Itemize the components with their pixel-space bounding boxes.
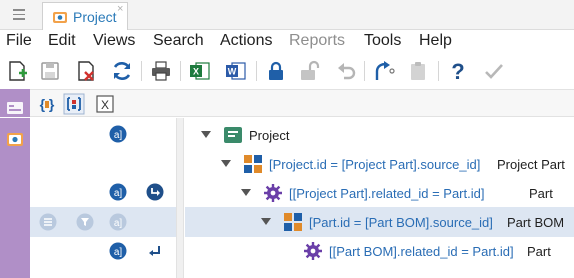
itemtype-icon — [223, 125, 243, 145]
svg-text:a]: a] — [114, 188, 123, 199]
tree-node-label: Part — [527, 244, 551, 259]
join-condition: [[Project Part].related_id = Part.id] — [289, 186, 485, 201]
join-condition: [Part.id = [Part BOM].source_id] — [309, 215, 493, 230]
svg-text:a]: a] — [114, 218, 123, 229]
new-icon[interactable] — [5, 59, 29, 83]
undo-icon[interactable] — [334, 59, 358, 83]
toolbar: X W ? — [0, 55, 574, 87]
menu-actions[interactable]: Actions — [220, 32, 272, 50]
gear-icon — [263, 183, 283, 203]
done-icon[interactable] — [482, 59, 506, 83]
svg-text:?: ? — [451, 59, 464, 83]
svg-text:W: W — [228, 67, 237, 77]
menu-file[interactable]: File — [6, 32, 32, 50]
paste-icon[interactable] — [406, 59, 430, 83]
xml-icon[interactable]: X — [94, 93, 116, 115]
unlock-icon[interactable] — [298, 59, 322, 83]
menu-tools[interactable]: Tools — [364, 32, 401, 50]
list-icon[interactable] — [39, 213, 57, 231]
expand-arrow-icon[interactable] — [201, 131, 211, 138]
relationship-icon — [283, 212, 303, 232]
save-icon[interactable] — [38, 59, 62, 83]
svg-text:a]: a] — [114, 247, 123, 258]
tree-node[interactable]: [[Project Part].related_id = Part.id] Pa… — [241, 183, 574, 205]
form-icon — [6, 99, 24, 117]
tree-node-label: Project Part — [497, 157, 565, 172]
close-icon[interactable]: × — [117, 4, 123, 15]
promote-icon[interactable] — [372, 59, 396, 83]
attribute-icon[interactable]: a] — [109, 183, 127, 201]
menu-help[interactable]: Help — [419, 32, 452, 50]
tree-node-label: Part — [529, 186, 553, 201]
delete-icon[interactable] — [74, 59, 98, 83]
side-panel-toggle[interactable] — [0, 89, 30, 117]
tree-node-label: Project — [249, 128, 290, 143]
word-icon[interactable]: W — [224, 59, 248, 83]
attribute-icon[interactable]: a] — [109, 213, 127, 231]
menu-reports[interactable]: Reports — [289, 32, 345, 50]
excel-icon[interactable]: X — [188, 59, 212, 83]
lock-icon[interactable] — [264, 59, 288, 83]
tree-node[interactable]: [Project.id = [Project Part].source_id] … — [221, 154, 574, 176]
view-toolbar: { } X — [0, 89, 574, 117]
menu-search[interactable]: Search — [153, 32, 204, 50]
join-condition: [Project.id = [Project Part].source_id] — [269, 157, 481, 172]
expand-arrow-icon[interactable] — [241, 189, 251, 196]
braces-icon[interactable]: { } — [36, 93, 58, 115]
relationship-icon[interactable] — [63, 93, 85, 115]
tree-root[interactable]: Project — [201, 125, 561, 147]
tree-node[interactable]: [[Part BOM].related_id = Part.id] Part — [281, 241, 574, 263]
tab-bar: Project × — [0, 0, 574, 30]
column-splitter[interactable] — [176, 118, 184, 278]
tab-project[interactable]: Project × — [42, 2, 128, 30]
gear-icon — [303, 241, 323, 261]
hamburger-menu-icon[interactable] — [13, 9, 25, 20]
left-strip — [0, 118, 30, 278]
menu-bar: File Edit Views Search Actions Reports T… — [0, 31, 574, 53]
tree-node[interactable]: [Part.id = [Part BOM].source_id] Part BO… — [261, 212, 574, 234]
tree-node-label: Part BOM — [507, 215, 565, 230]
expand-arrow-icon[interactable] — [221, 160, 231, 167]
filter-icon[interactable] — [76, 213, 94, 231]
project-icon[interactable] — [6, 130, 24, 148]
expand-arrow-icon[interactable] — [261, 218, 271, 225]
svg-text:X: X — [101, 98, 109, 112]
svg-text:a]: a] — [114, 130, 123, 141]
menu-views[interactable]: Views — [93, 32, 135, 50]
attribute-icon[interactable]: a] — [109, 125, 127, 143]
redirect-icon[interactable] — [146, 183, 164, 201]
print-icon[interactable] — [149, 59, 173, 83]
return-icon[interactable] — [146, 242, 164, 260]
svg-text:X: X — [193, 67, 199, 77]
attribute-icon[interactable]: a] — [109, 242, 127, 260]
join-condition: [[Part BOM].related_id = Part.id] — [329, 244, 514, 259]
refresh-icon[interactable] — [110, 59, 134, 83]
project-icon — [52, 10, 68, 24]
relationship-icon — [243, 154, 263, 174]
tab-label: Project — [73, 9, 117, 25]
help-icon[interactable]: ? — [446, 59, 470, 83]
menu-edit[interactable]: Edit — [48, 32, 76, 50]
